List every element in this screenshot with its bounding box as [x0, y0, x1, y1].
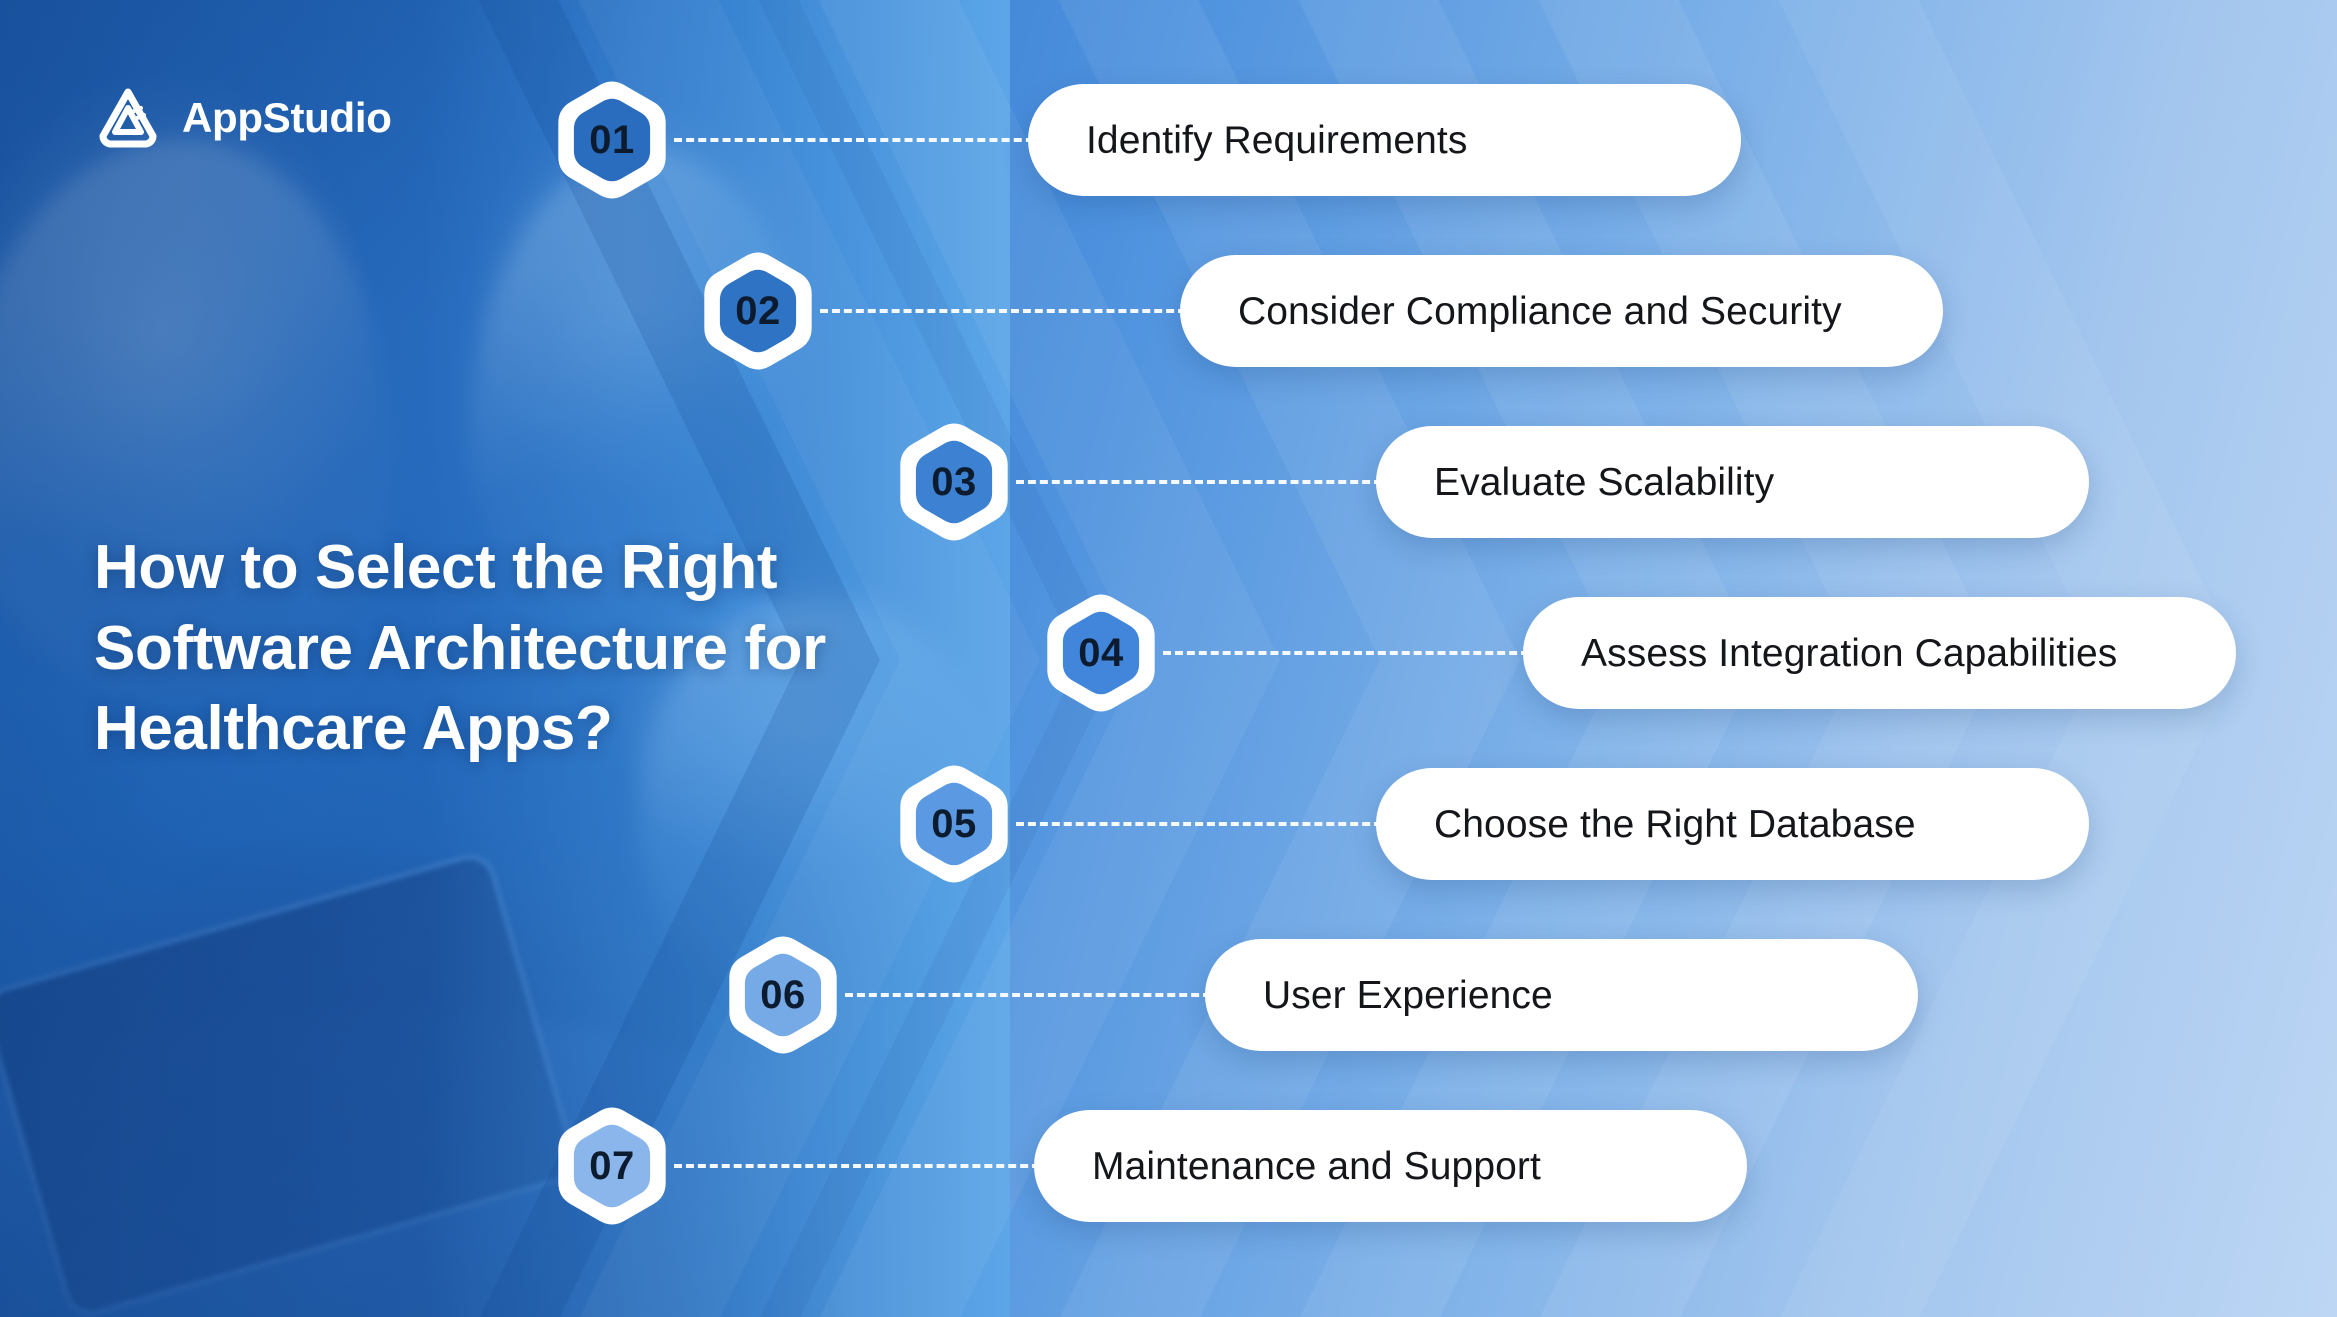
appstudio-triangle-logo-icon	[96, 86, 160, 150]
brand-name: AppStudio	[182, 94, 392, 141]
step-label-pill[interactable]: Evaluate Scalability	[1376, 426, 2089, 538]
step-number: 02	[735, 289, 781, 333]
step-item: 05 Choose the Right Database	[890, 760, 2089, 888]
step-number: 03	[931, 460, 977, 504]
step-item: 07 Maintenance and Support	[548, 1102, 1747, 1230]
step-label-pill[interactable]: User Experience	[1205, 939, 1918, 1051]
dashed-connector	[674, 138, 1046, 142]
step-label: Assess Integration Capabilities	[1581, 631, 2118, 675]
step-number: 01	[589, 118, 635, 162]
infographic-canvas: AppStudio How to Select the Right Softwa…	[0, 0, 2337, 1317]
dashed-connector	[1016, 822, 1394, 826]
step-number-badge[interactable]: 05	[890, 760, 1018, 888]
step-label: Consider Compliance and Security	[1238, 289, 1842, 333]
step-label-pill[interactable]: Assess Integration Capabilities	[1523, 597, 2236, 709]
step-label: Choose the Right Database	[1434, 802, 1916, 846]
step-label: Evaluate Scalability	[1434, 460, 1775, 504]
step-item: 06 User Experience	[719, 931, 1918, 1059]
step-item: 03 Evaluate Scalability	[890, 418, 2089, 546]
dashed-connector	[1016, 480, 1394, 484]
step-label-pill[interactable]: Identify Requirements	[1028, 84, 1741, 196]
brand-logo[interactable]: AppStudio	[96, 86, 392, 150]
step-number-badge[interactable]: 02	[694, 247, 822, 375]
step-label-pill[interactable]: Maintenance and Support	[1034, 1110, 1747, 1222]
step-number: 04	[1078, 631, 1124, 675]
step-item: 04 Assess Integration Capabilities	[1037, 589, 2236, 717]
step-number-badge[interactable]: 07	[548, 1102, 676, 1230]
dashed-connector	[1163, 651, 1541, 655]
step-item: 01 Identify Requirements	[548, 76, 1741, 204]
step-number: 07	[589, 1144, 635, 1188]
step-label-pill[interactable]: Consider Compliance and Security	[1180, 255, 1943, 367]
step-item: 02 Consider Compliance and Security	[694, 247, 1943, 375]
dashed-connector	[820, 309, 1198, 313]
page-title: How to Select the Right Software Archite…	[94, 533, 826, 764]
dashed-connector	[845, 993, 1223, 997]
step-number: 05	[931, 802, 977, 846]
step-number-badge[interactable]: 03	[890, 418, 1018, 546]
step-number-badge[interactable]: 06	[719, 931, 847, 1059]
step-label: Maintenance and Support	[1092, 1144, 1541, 1188]
step-number-badge[interactable]: 04	[1037, 589, 1165, 717]
step-label: User Experience	[1263, 973, 1553, 1017]
step-number: 06	[760, 973, 806, 1017]
step-label-pill[interactable]: Choose the Right Database	[1376, 768, 2089, 880]
step-label: Identify Requirements	[1086, 118, 1468, 162]
step-number-badge[interactable]: 01	[548, 76, 676, 204]
dashed-connector	[674, 1164, 1052, 1168]
